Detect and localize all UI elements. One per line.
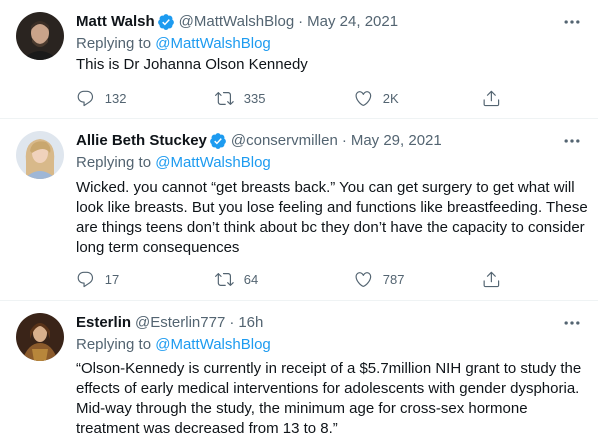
replying-to: Replying to @MattWalshBlog: [76, 153, 271, 173]
share-button[interactable]: [482, 88, 511, 108]
tweet-3[interactable]: Esterlin @Esterlin777 · 16h Replying to …: [0, 301, 598, 443]
user-handle[interactable]: @MattWalshBlog: [179, 12, 295, 32]
share-upload-icon: [483, 90, 500, 106]
tweet-date[interactable]: 16h: [238, 313, 263, 333]
tweet-date[interactable]: May 24, 2021: [307, 12, 398, 32]
user-handle[interactable]: @conservmillen: [231, 131, 338, 151]
retweet-count: 64: [243, 271, 259, 287]
replying-to-label: Replying to: [76, 35, 156, 52]
replying-to: Replying to @MattWalshBlog: [76, 335, 271, 355]
tweet-text: “Olson-Kennedy is currently in receipt o…: [76, 360, 582, 437]
more-dots-icon[interactable]: [562, 313, 582, 333]
retweet-count: 335: [243, 90, 266, 106]
verified-badge-icon: [157, 13, 175, 31]
reply-count: 17: [104, 271, 120, 287]
retweet-icon: [215, 272, 234, 286]
like-button[interactable]: 2K: [354, 88, 399, 108]
like-count: 2K: [382, 90, 399, 106]
avatar-matt-walsh[interactable]: [16, 12, 64, 60]
reply-button[interactable]: 17: [76, 269, 119, 289]
replying-to-label: Replying to: [76, 336, 156, 353]
like-count: 787: [382, 271, 405, 287]
replying-to-link[interactable]: @MattWalshBlog: [155, 336, 271, 353]
replying-to-link[interactable]: @MattWalshBlog: [155, 35, 271, 52]
tweet-header: Esterlin @Esterlin777 · 16h: [76, 313, 263, 333]
retweet-button[interactable]: 64: [215, 269, 258, 289]
retweet-button[interactable]: 335: [215, 88, 265, 108]
heart-icon: [355, 271, 372, 287]
tweet-date[interactable]: May 29, 2021: [351, 131, 442, 151]
tweet-2[interactable]: Allie Beth Stuckey @conservmillen · May …: [0, 119, 598, 300]
tweet-text: This is Dr Johanna Olson Kennedy: [76, 56, 308, 73]
avatar-allie-beth-stuckey[interactable]: [16, 131, 64, 179]
avatar-esterlin[interactable]: [16, 313, 64, 361]
more-dots-icon[interactable]: [562, 12, 582, 32]
separator-dot: ·: [229, 314, 235, 331]
replying-to: Replying to @MattWalshBlog: [76, 34, 271, 54]
tweet-text: Wicked. you cannot “get breasts back.” Y…: [76, 179, 588, 256]
tweet-actions: 17 64 787: [72, 269, 512, 289]
replying-to-link[interactable]: @MattWalshBlog: [155, 154, 271, 171]
display-name[interactable]: Esterlin: [76, 313, 131, 333]
tweet-header: Matt Walsh @MattWalshBlog · May 24, 2021: [76, 12, 398, 32]
reply-count: 132: [104, 90, 127, 106]
comment-bubble-icon: [77, 271, 94, 287]
retweet-icon: [215, 91, 234, 105]
share-button[interactable]: [482, 269, 511, 289]
display-name[interactable]: Allie Beth Stuckey: [76, 131, 207, 151]
display-name[interactable]: Matt Walsh: [76, 12, 155, 32]
share-upload-icon: [483, 271, 500, 287]
comment-bubble-icon: [77, 90, 94, 106]
separator-dot: ·: [341, 132, 347, 149]
verified-badge-icon: [209, 132, 227, 150]
reply-button[interactable]: 132: [76, 88, 126, 108]
separator-dot: ·: [298, 13, 304, 30]
tweet-actions: 132 335 2K: [72, 88, 512, 108]
tweet-1[interactable]: Matt Walsh @MattWalshBlog · May 24, 2021…: [0, 0, 598, 118]
heart-icon: [355, 90, 372, 106]
replying-to-label: Replying to: [76, 154, 156, 171]
like-button[interactable]: 787: [354, 269, 404, 289]
user-handle[interactable]: @Esterlin777: [135, 313, 225, 333]
more-dots-icon[interactable]: [562, 131, 582, 151]
tweet-header: Allie Beth Stuckey @conservmillen · May …: [76, 131, 442, 151]
